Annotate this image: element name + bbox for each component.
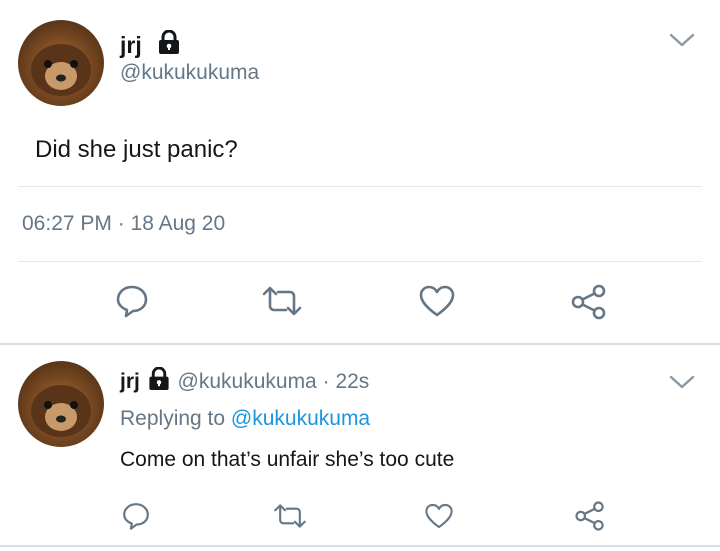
reply-icon[interactable] — [113, 282, 151, 325]
chevron-down-icon[interactable] — [668, 30, 696, 55]
user-handle[interactable]: @kukukukuma — [178, 370, 317, 393]
display-name[interactable]: jrj — [120, 32, 142, 59]
share-icon[interactable] — [570, 283, 608, 326]
tweet-timestamp[interactable]: 06:27 PM · 18 Aug 20 — [22, 212, 225, 236]
tweet-text: Come on that’s unfair she’s too cute — [120, 448, 455, 471]
divider — [18, 261, 702, 262]
replying-to: Replying to @kukukukuma — [120, 407, 370, 431]
avatar[interactable] — [18, 20, 104, 106]
replying-label: Replying to — [120, 407, 226, 430]
lock-icon — [158, 29, 180, 60]
share-icon[interactable] — [574, 500, 606, 537]
bottom-divider — [0, 545, 720, 547]
separator-dot: · — [322, 370, 330, 393]
mention-link[interactable]: @kukukukuma — [231, 407, 370, 430]
divider — [18, 186, 702, 187]
avatar[interactable] — [18, 361, 104, 447]
like-icon[interactable] — [424, 502, 454, 535]
retweet-icon[interactable] — [260, 284, 304, 323]
chevron-down-icon[interactable] — [668, 372, 696, 397]
relative-time[interactable]: 22s — [335, 370, 369, 393]
retweet-icon[interactable] — [272, 502, 308, 535]
reply-header: jrj @kukukukuma · 22s — [120, 366, 369, 397]
tweet-text: Did she just panic? — [35, 136, 238, 163]
reply-icon[interactable] — [120, 500, 152, 537]
like-icon[interactable] — [418, 284, 456, 323]
tweet-separator — [0, 343, 720, 345]
user-handle[interactable]: @kukukukuma — [120, 61, 259, 85]
lock-icon — [148, 366, 170, 397]
display-name[interactable]: jrj — [120, 370, 140, 393]
